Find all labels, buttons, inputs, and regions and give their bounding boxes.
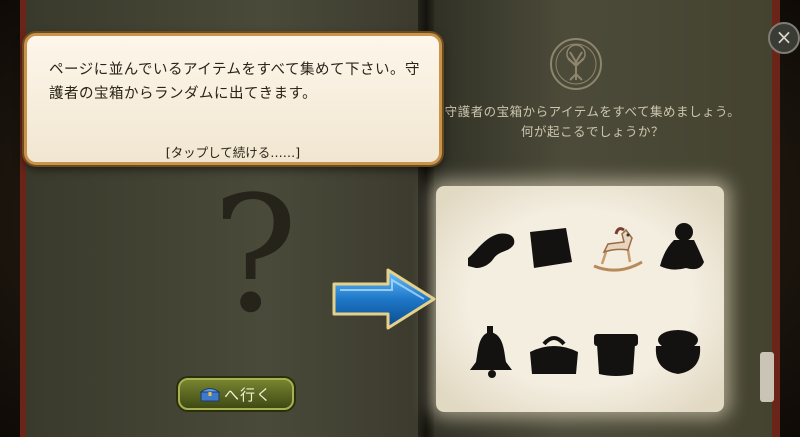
item-slot-pot[interactable] — [648, 322, 708, 382]
go-to-button[interactable]: へ行く — [178, 378, 294, 410]
unknown-item-question-mark: ? — [212, 161, 298, 348]
item-slot-hatbox[interactable] — [586, 324, 646, 384]
tree-emblem-icon — [550, 38, 602, 90]
tap-to-continue-text: [タップして続ける……] — [165, 145, 301, 160]
item-slot-book[interactable] — [520, 218, 580, 278]
item-slot-bell[interactable] — [462, 322, 522, 382]
go-to-button-label: へ行く — [223, 385, 272, 404]
chest-icon — [199, 388, 220, 402]
tutorial-tooltip[interactable]: ページに並んでいるアイテムをすべて集めて下さい。守護者の宝箱からランダムに出てき… — [24, 33, 442, 165]
close-button[interactable]: × — [768, 22, 800, 54]
item-slot-horn[interactable] — [460, 222, 520, 282]
page-scroll-handle[interactable] — [760, 352, 774, 402]
tooltip-message: ページに並んでいるアイテムをすべて集めて下さい。守護者の宝箱からランダムに出てき… — [49, 62, 420, 102]
item-slot-rocking-horse[interactable] — [588, 220, 648, 280]
item-collection-panel — [436, 186, 724, 412]
item-slot-bag[interactable] — [524, 326, 584, 386]
pointer-arrow-icon — [332, 268, 436, 330]
item-slot-doll[interactable] — [650, 218, 710, 278]
collection-hint-text: 守護者の宝箱からアイテムをすべて集めましょう。何が起こるでしょうか？ — [444, 104, 741, 139]
